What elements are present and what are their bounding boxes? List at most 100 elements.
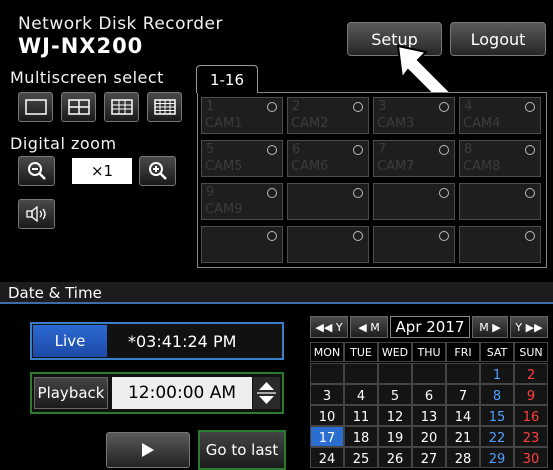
layout-4-icon [67,99,90,115]
calendar-day[interactable]: 14 [446,405,480,426]
calendar-day[interactable]: 12 [378,405,412,426]
go-to-last-button[interactable]: Go to last [198,430,286,470]
camera-tile[interactable]: 2 CAM2 [287,97,369,134]
calendar-day[interactable]: 15 [480,405,514,426]
calendar-day[interactable]: 23 [514,426,548,447]
calendar-day [310,363,344,384]
camera-tile[interactable] [201,226,283,263]
screen-16-button[interactable] [147,92,182,122]
calendar-day[interactable]: 10 [310,405,344,426]
zoom-in-icon [148,162,167,180]
weekday-header: MON [310,342,344,362]
camera-number: 6 [292,142,301,157]
camera-name: CAM8 [463,159,501,174]
layout-1-icon [24,99,47,115]
layout-16-icon [153,99,176,115]
status-circle-icon [353,188,363,198]
status-circle-icon [525,231,535,241]
status-circle-icon [267,188,277,198]
logout-button[interactable]: Logout [450,22,546,56]
camera-tile[interactable]: 9 CAM9 [201,183,283,220]
calendar-day[interactable]: 19 [378,426,412,447]
camera-tile[interactable] [373,183,455,220]
camera-tile[interactable] [459,183,541,220]
calendar-day[interactable]: 27 [412,447,446,468]
weekday-header: THU [412,342,446,362]
playback-time-field[interactable]: 12:00:00 AM [112,377,252,409]
calendar-day [446,363,480,384]
camera-name: CAM7 [377,159,415,174]
camera-tile[interactable]: 8 CAM8 [459,140,541,177]
calendar-day[interactable]: 11 [344,405,378,426]
camera-number: 4 [464,99,473,114]
play-button[interactable] [106,432,190,468]
status-circle-icon [267,102,277,112]
calendar-day[interactable]: 8 [480,384,514,405]
screen-1-button[interactable] [18,92,53,122]
camera-tile[interactable] [287,183,369,220]
calendar: ◀◀ Y ◀ M Apr 2017 M ▶ Y ▶▶ MON TUE WED THU F… [310,316,548,470]
play-icon [142,443,154,457]
status-circle-icon [439,102,449,112]
camera-number: 9 [206,185,215,200]
camera-tile[interactable]: 3 CAM3 [373,97,455,134]
time-spinner[interactable] [253,377,280,409]
screen-4-button[interactable] [61,92,96,122]
calendar-day[interactable]: 22 [480,426,514,447]
calendar-day[interactable]: 26 [378,447,412,468]
calendar-day[interactable]: 9 [514,384,548,405]
calendar-day[interactable]: 1 [480,363,514,384]
model-name: WJ-NX200 [18,34,144,58]
calendar-day[interactable]: 17 [310,426,344,447]
calendar-day[interactable]: 13 [412,405,446,426]
calendar-day[interactable]: 7 [446,384,480,405]
calendar-day[interactable]: 18 [344,426,378,447]
calendar-day[interactable]: 29 [480,447,514,468]
calendar-day[interactable]: 2 [514,363,548,384]
calendar-day[interactable]: 24 [310,447,344,468]
live-button[interactable]: Live [33,325,107,357]
audio-button[interactable] [18,199,55,229]
digital-zoom-label: Digital zoom [10,134,117,153]
calendar-day[interactable]: 20 [412,426,446,447]
weekday-header: WED [378,342,412,362]
status-circle-icon [439,145,449,155]
camera-tile[interactable] [373,226,455,263]
calendar-day[interactable]: 25 [344,447,378,468]
camera-tile[interactable]: 1 CAM1 [201,97,283,134]
camera-tile[interactable]: 7 CAM7 [373,140,455,177]
prev-month-button[interactable]: ◀ M [350,316,388,338]
status-circle-icon [439,231,449,241]
status-circle-icon [525,145,535,155]
zoom-out-button[interactable] [18,156,55,186]
datetime-label: Date & Time [8,284,102,302]
camera-tile[interactable] [287,226,369,263]
playback-button[interactable]: Playback [34,377,108,409]
camera-tile[interactable]: 4 CAM4 [459,97,541,134]
multiscreen-label: Multiscreen select [10,68,164,87]
screen-9-button[interactable] [104,92,139,122]
tab-1-16[interactable]: 1-16 [196,65,258,93]
status-circle-icon [353,231,363,241]
calendar-day[interactable]: 3 [310,384,344,405]
calendar-day [344,363,378,384]
prev-year-button[interactable]: ◀◀ Y [310,316,348,338]
camera-tile[interactable]: 5 CAM5 [201,140,283,177]
weekday-header: TUE [344,342,378,362]
next-year-button[interactable]: Y ▶▶ [510,316,548,338]
next-month-button[interactable]: M ▶ [472,316,508,338]
calendar-day[interactable]: 4 [344,384,378,405]
calendar-day[interactable]: 28 [446,447,480,468]
status-circle-icon [267,145,277,155]
status-circle-icon [525,188,535,198]
calendar-day[interactable]: 21 [446,426,480,447]
zoom-in-button[interactable] [139,156,176,186]
camera-tile[interactable] [459,226,541,263]
camera-tile[interactable]: 6 CAM6 [287,140,369,177]
calendar-day[interactable]: 30 [514,447,548,468]
calendar-day[interactable]: 5 [378,384,412,405]
camera-number: 8 [464,142,473,157]
calendar-day[interactable]: 16 [514,405,548,426]
calendar-day[interactable]: 6 [412,384,446,405]
camera-number: 2 [292,99,301,114]
